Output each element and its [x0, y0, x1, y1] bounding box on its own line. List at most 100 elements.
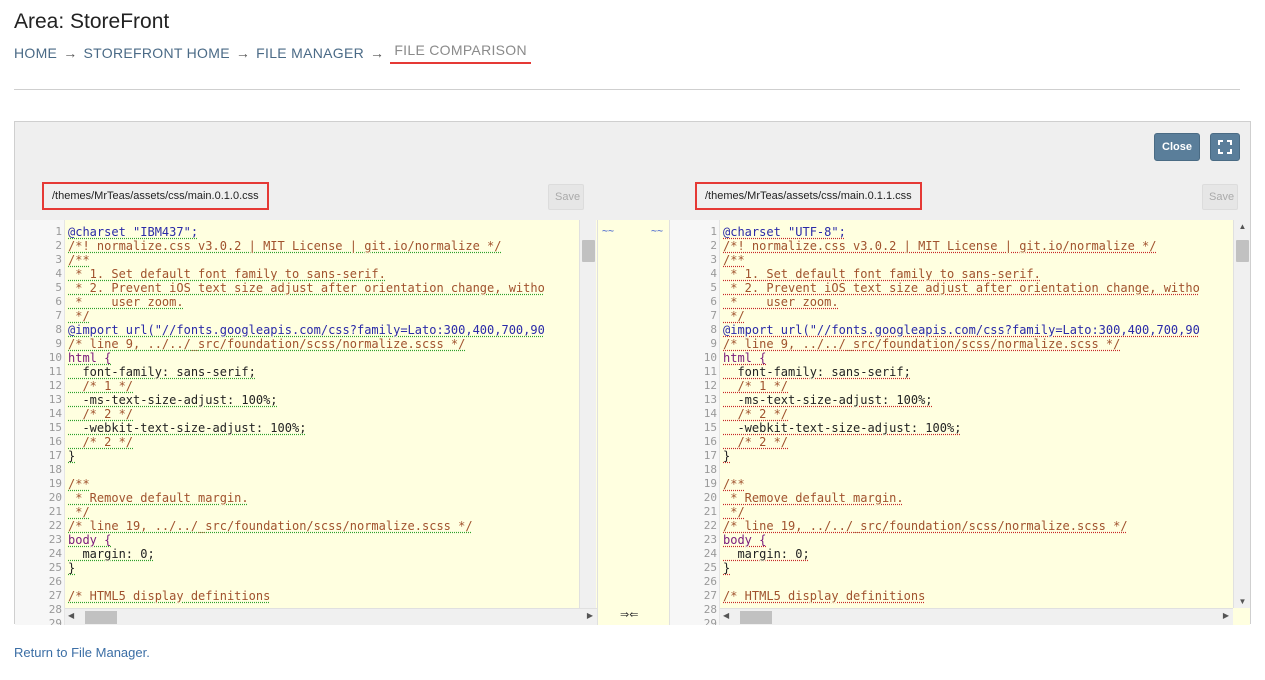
code-line: 27 /* HTML5 display definitions [15, 589, 597, 603]
code-line: 12 /* 1 */ [670, 379, 1250, 393]
line-number: 8 [55, 323, 62, 336]
line-number: 15 [703, 421, 717, 434]
code-line: 16 /* 2 */ [670, 435, 1250, 449]
scroll-up-icon[interactable]: ▲ [1234, 222, 1250, 231]
code-line: 18 [15, 463, 597, 477]
breadcrumb-home[interactable]: HOME [14, 45, 57, 61]
breadcrumb-separator: → [370, 45, 385, 61]
scroll-left-icon[interactable]: ◀ [723, 611, 729, 620]
merge-gutter: ~~ ~~ ⇒⇐ [597, 220, 670, 625]
scroll-down-icon[interactable]: ▼ [1234, 597, 1250, 606]
code-text: */ [723, 505, 745, 519]
right-vertical-scrollbar[interactable]: ▲ ▼ [1233, 220, 1250, 608]
code-line: 10 html { [15, 351, 597, 365]
code-text: @import url("//fonts.googleapis.com/css?… [68, 323, 545, 337]
line-number: 6 [710, 295, 717, 308]
line-number: 20 [703, 491, 717, 504]
left-code-editor[interactable]: 1 @charset "IBM437"; 2 /*! normalize.css v3… [15, 220, 597, 625]
right-horizontal-scrollbar[interactable]: ◀ ▶ [720, 608, 1233, 625]
code-line: 12 /* 1 */ [15, 379, 597, 393]
line-number: 14 [703, 407, 717, 420]
code-line: 4 * 1. Set default font family to sans-s… [15, 267, 597, 281]
line-number: 18 [48, 463, 62, 476]
line-number: 10 [48, 351, 62, 364]
line-number: 7 [710, 309, 717, 322]
scroll-right-icon[interactable]: ▶ [1223, 611, 1229, 620]
line-number: 24 [703, 547, 717, 560]
code-text: /* line 19, ../../_src/foundation/scss/n… [68, 519, 473, 533]
line-number: 28 [703, 603, 717, 616]
line-number: 22 [48, 519, 62, 532]
code-line: 21 */ [15, 505, 597, 519]
code-line: 4 * 1. Set default font family to sans-s… [670, 267, 1250, 281]
line-number: 27 [48, 589, 62, 602]
right-code-lines: 1 @charset "UTF-8"; 2 /*! normalize.css v3.… [670, 225, 1250, 625]
code-line: 6 * user zoom. [670, 295, 1250, 309]
code-text: html { [723, 351, 767, 365]
close-button[interactable]: Close [1154, 133, 1200, 161]
breadcrumb: HOME → STOREFRONT HOME → FILE MANAGER → … [14, 42, 531, 64]
line-number: 11 [703, 365, 717, 378]
merge-arrows-icon[interactable]: ⇒⇐ [620, 608, 638, 621]
left-vertical-scrollbar[interactable] [579, 220, 596, 608]
line-number: 17 [703, 449, 717, 462]
scroll-left-icon[interactable]: ◀ [68, 611, 74, 620]
code-line: 9 /* line 9, ../../_src/foundation/scss/n… [670, 337, 1250, 351]
scroll-thumb[interactable] [740, 611, 772, 624]
code-text: /* 2 */ [68, 407, 134, 421]
code-line: 22 /* line 19, ../../_src/foundation/scss… [670, 519, 1250, 533]
page-title: Area: StoreFront [14, 10, 170, 33]
line-number: 6 [55, 295, 62, 308]
code-line: 1 @charset "IBM437"; [15, 225, 597, 239]
code-line: 27 /* HTML5 display definitions [670, 589, 1250, 603]
code-line: 14 /* 2 */ [15, 407, 597, 421]
code-line: 19 /** [15, 477, 597, 491]
code-text: body { [68, 533, 112, 547]
scroll-right-icon[interactable]: ▶ [587, 611, 593, 620]
fullscreen-button[interactable] [1210, 133, 1240, 161]
line-number: 2 [55, 239, 62, 252]
line-number: 4 [710, 267, 717, 280]
left-file-path: /themes/MrTeas/assets/css/main.0.1.0.css [42, 182, 269, 210]
line-number: 8 [710, 323, 717, 336]
line-number: 29 [48, 617, 62, 625]
code-text: * 2. Prevent iOS text size adjust after … [723, 281, 1200, 295]
line-number: 13 [703, 393, 717, 406]
code-text: * user zoom. [68, 295, 184, 309]
code-line: 13 -ms-text-size-adjust: 100%; [15, 393, 597, 407]
line-number: 3 [55, 253, 62, 266]
line-number: 28 [48, 603, 62, 616]
code-line: 21 */ [670, 505, 1250, 519]
code-line: 6 * user zoom. [15, 295, 597, 309]
diff-marker-right: ~~ [650, 226, 663, 237]
right-code-editor[interactable]: 1 @charset "UTF-8"; 2 /*! normalize.css v3.… [670, 220, 1250, 625]
code-text: * Remove default margin. [723, 491, 904, 505]
left-horizontal-scrollbar[interactable]: ◀ ▶ [65, 608, 597, 625]
scroll-thumb[interactable] [582, 240, 595, 262]
line-number: 18 [703, 463, 717, 476]
code-line: 24 margin: 0; [670, 547, 1250, 561]
code-line: 15 -webkit-text-size-adjust: 100%; [15, 421, 597, 435]
code-line: 24 margin: 0; [15, 547, 597, 561]
breadcrumb-file-manager[interactable]: FILE MANAGER [256, 45, 364, 61]
breadcrumb-storefront-home[interactable]: STOREFRONT HOME [84, 45, 230, 61]
line-number: 16 [48, 435, 62, 448]
code-text: /* 1 */ [723, 379, 789, 393]
code-text: /** [723, 253, 745, 267]
line-number: 27 [703, 589, 717, 602]
line-number: 15 [48, 421, 62, 434]
return-to-file-manager-link[interactable]: Return to File Manager. [14, 645, 150, 660]
scroll-thumb[interactable] [85, 611, 117, 624]
line-number: 10 [703, 351, 717, 364]
scroll-thumb[interactable] [1236, 240, 1249, 262]
right-save-button[interactable]: Save [1202, 184, 1238, 210]
line-number: 12 [48, 379, 62, 392]
line-number: 5 [710, 281, 717, 294]
code-line: 13 -ms-text-size-adjust: 100%; [670, 393, 1250, 407]
code-text: /*! normalize.css v3.0.2 | MIT License |… [68, 239, 502, 253]
code-line: 8 @import url("//fonts.googleapis.com/css… [15, 323, 597, 337]
code-text: } [68, 561, 76, 575]
line-number: 25 [703, 561, 717, 574]
line-number: 12 [703, 379, 717, 392]
left-save-button[interactable]: Save [548, 184, 584, 210]
